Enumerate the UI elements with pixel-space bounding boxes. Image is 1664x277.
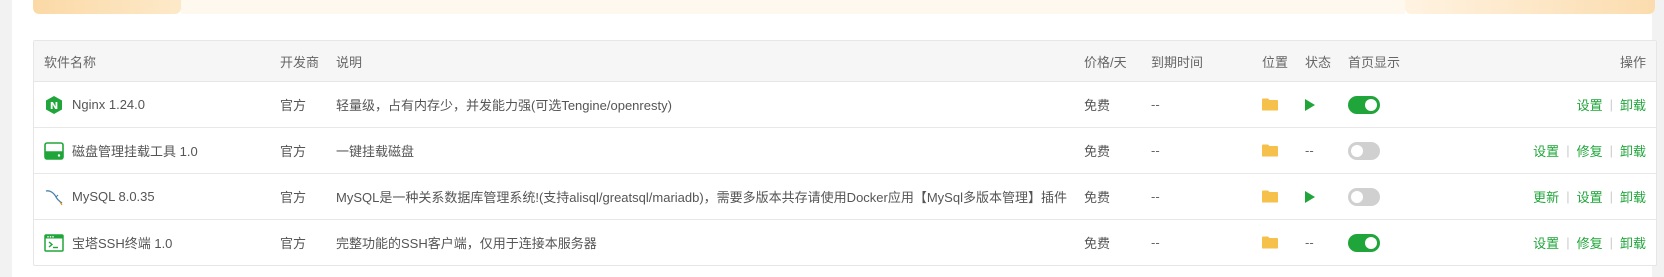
nginx-icon: N — [44, 95, 64, 115]
folder-icon[interactable] — [1262, 174, 1278, 219]
software-name-cell: 磁盘管理挂载工具 1.0 — [44, 128, 198, 173]
actions-cell: 设置 | 修复 | 卸载 — [1533, 128, 1646, 173]
homepage-toggle[interactable] — [1348, 95, 1380, 114]
top-banner — [33, 0, 1655, 14]
description-cell: MySQL是一种关系数据库管理系统!(支持alisql/greatsql/mar… — [336, 190, 1067, 205]
homepage-toggle[interactable] — [1348, 233, 1380, 252]
table-row: N Nginx 1.24.0 官方 轻量级，占有内存少，并发能力强(可选Tengine… — [34, 82, 1656, 128]
header-price: 价格/天 — [1084, 54, 1127, 70]
action-separator: | — [1566, 235, 1570, 250]
action-link[interactable]: 设置 — [1577, 95, 1603, 114]
homepage-toggle[interactable] — [1348, 187, 1380, 206]
expire-cell: -- — [1151, 235, 1160, 250]
status-text: -- — [1305, 143, 1314, 158]
status-text: -- — [1305, 235, 1314, 250]
software-name: MySQL 8.0.35 — [72, 189, 155, 204]
homepage-toggle[interactable] — [1348, 141, 1380, 160]
action-link[interactable]: 卸载 — [1620, 233, 1646, 252]
homepage-cell — [1348, 82, 1380, 127]
developer-cell: 官方 — [280, 144, 307, 159]
table-header: 软件名称 开发商 说明 价格/天 到期时间 位置 状态 首页显示 操作 — [34, 41, 1656, 82]
folder-icon[interactable] — [1262, 220, 1278, 265]
description-cell: 轻量级，占有内存少，并发能力强(可选Tengine/openresty) — [336, 98, 672, 113]
action-link[interactable]: 设置 — [1533, 141, 1559, 160]
software-name-cell: N Nginx 1.24.0 — [44, 82, 145, 127]
header-expire: 到期时间 — [1151, 54, 1204, 70]
expire-cell: -- — [1151, 97, 1160, 112]
actions-cell: 更新 | 设置 | 卸载 — [1533, 174, 1646, 219]
developer-cell: 官方 — [280, 236, 307, 251]
folder-icon[interactable] — [1262, 128, 1278, 173]
table-row: 磁盘管理挂载工具 1.0 官方 一键挂载磁盘 免费 -- -- 设置 | 修复 | 卸载 — [34, 128, 1656, 174]
terminal-icon — [44, 233, 64, 253]
action-separator: | — [1609, 189, 1613, 204]
toggle-knob — [1365, 236, 1377, 249]
software-table: 软件名称 开发商 说明 价格/天 到期时间 位置 状态 首页显示 操作 N Ngi… — [33, 40, 1657, 266]
left-edge-panel — [0, 0, 12, 277]
banner-decoration-middle — [181, 0, 1405, 14]
action-link[interactable]: 卸载 — [1620, 187, 1646, 206]
developer-cell: 官方 — [280, 98, 307, 113]
description-cell: 完整功能的SSH客户端，仅用于连接本服务器 — [336, 236, 597, 251]
homepage-cell — [1348, 220, 1380, 265]
price-cell: 免费 — [1084, 190, 1111, 205]
expire-cell: -- — [1151, 143, 1160, 158]
action-link[interactable]: 设置 — [1533, 233, 1559, 252]
actions-cell: 设置 | 卸载 — [1577, 82, 1646, 127]
software-name: 宝塔SSH终端 1.0 — [72, 236, 173, 251]
header-developer: 开发商 — [280, 54, 320, 70]
action-link[interactable]: 卸载 — [1620, 141, 1646, 160]
header-status: 状态 — [1305, 54, 1332, 70]
banner-decoration-left — [33, 0, 181, 14]
disk-icon — [44, 141, 64, 161]
description-cell: 一键挂载磁盘 — [336, 144, 415, 159]
banner-decoration-right — [1405, 0, 1655, 14]
software-name: 磁盘管理挂载工具 1.0 — [72, 144, 198, 159]
action-separator: | — [1566, 143, 1570, 158]
mysql-icon — [44, 187, 64, 207]
software-name-cell: 宝塔SSH终端 1.0 — [44, 220, 172, 265]
developer-cell: 官方 — [280, 190, 307, 205]
action-separator: | — [1609, 143, 1613, 158]
table-row: MySQL 8.0.35 官方 MySQL是一种关系数据库管理系统!(支持alisq… — [34, 174, 1656, 220]
header-homepage: 首页显示 — [1348, 54, 1401, 70]
toggle-knob — [1365, 98, 1377, 111]
header-actions: 操作 — [1619, 54, 1646, 70]
table-row: 宝塔SSH终端 1.0 官方 完整功能的SSH客户端，仅用于连接本服务器 免费 -- --… — [34, 220, 1656, 265]
folder-icon[interactable] — [1262, 82, 1278, 127]
action-link[interactable]: 设置 — [1577, 187, 1603, 206]
software-name-cell: MySQL 8.0.35 — [44, 174, 155, 219]
action-link[interactable]: 修复 — [1577, 233, 1603, 252]
price-cell: 免费 — [1084, 98, 1111, 113]
software-name: Nginx 1.24.0 — [72, 97, 145, 112]
header-name: 软件名称 — [44, 54, 97, 70]
action-separator: | — [1609, 235, 1613, 250]
header-description: 说明 — [336, 54, 363, 70]
svg-text:N: N — [50, 101, 58, 112]
homepage-cell — [1348, 128, 1380, 173]
action-separator: | — [1609, 97, 1613, 112]
play-icon[interactable] — [1305, 174, 1315, 219]
toggle-knob — [1351, 144, 1363, 157]
action-link[interactable]: 卸载 — [1620, 95, 1646, 114]
price-cell: 免费 — [1084, 144, 1111, 159]
homepage-cell — [1348, 174, 1380, 219]
toggle-knob — [1351, 190, 1363, 203]
price-cell: 免费 — [1084, 236, 1111, 251]
action-separator: | — [1566, 189, 1570, 204]
header-location: 位置 — [1262, 54, 1289, 70]
play-icon[interactable] — [1305, 82, 1315, 127]
action-link[interactable]: 更新 — [1533, 187, 1559, 206]
table-body: N Nginx 1.24.0 官方 轻量级，占有内存少，并发能力强(可选Tengine… — [34, 82, 1656, 265]
expire-cell: -- — [1151, 189, 1160, 204]
action-link[interactable]: 修复 — [1577, 141, 1603, 160]
actions-cell: 设置 | 修复 | 卸载 — [1533, 220, 1646, 265]
